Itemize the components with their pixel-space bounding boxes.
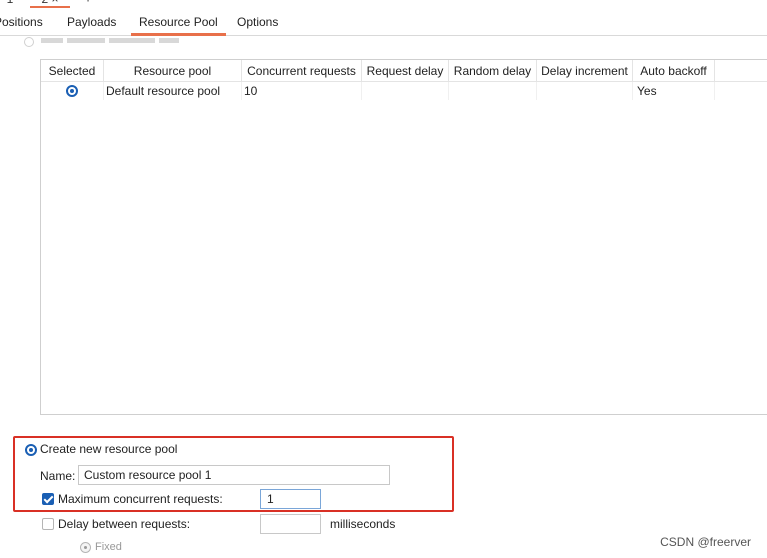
tab-resource-pool[interactable]: Resource Pool bbox=[139, 15, 218, 29]
column-header-selected[interactable]: Selected bbox=[41, 60, 104, 82]
create-new-pool-label[interactable]: Create new resource pool bbox=[40, 442, 177, 456]
request-delay-cell bbox=[362, 82, 449, 100]
random-delay-cell bbox=[449, 82, 537, 100]
request-tab-1[interactable]: 1 bbox=[0, 0, 20, 8]
resource-pool-table: Selected Resource pool Concurrent reques… bbox=[40, 59, 767, 415]
resource-pool-cell: Default resource pool bbox=[104, 82, 242, 100]
use-existing-radio-icon[interactable] bbox=[24, 37, 34, 48]
column-header-concurrent-requests[interactable]: Concurrent requests bbox=[242, 60, 362, 82]
request-tabs-strip: 1 2 × + bbox=[0, 0, 767, 8]
illegible-label bbox=[41, 38, 180, 44]
milliseconds-label: milliseconds bbox=[330, 517, 396, 531]
pool-name-input[interactable] bbox=[78, 465, 390, 485]
column-header-resource-pool[interactable]: Resource pool bbox=[104, 60, 242, 82]
column-header-request-delay[interactable]: Request delay bbox=[362, 60, 449, 82]
name-label: Name: bbox=[40, 469, 76, 483]
column-header-auto-backoff[interactable]: Auto backoff bbox=[633, 60, 715, 82]
table-row[interactable]: Default resource pool 10 Yes bbox=[41, 82, 767, 100]
column-header-delay-increment[interactable]: Delay increment bbox=[537, 60, 633, 82]
intruder-tabs: Positions Payloads Resource Pool Options bbox=[0, 8, 767, 36]
tab-payloads[interactable]: Payloads bbox=[67, 15, 116, 29]
request-tab-2[interactable]: 2 × bbox=[30, 0, 70, 8]
use-existing-pool-option[interactable] bbox=[24, 36, 181, 50]
delay-increment-cell bbox=[537, 82, 633, 100]
column-header-empty bbox=[715, 60, 767, 82]
create-new-pool-radio-icon[interactable] bbox=[25, 444, 37, 456]
watermark: CSDN @freerver bbox=[660, 535, 751, 549]
auto-backoff-cell: Yes bbox=[633, 82, 715, 100]
add-tab-icon[interactable]: + bbox=[80, 0, 96, 8]
tab-positions[interactable]: Positions bbox=[0, 15, 43, 29]
max-concurrent-checkbox[interactable] bbox=[42, 493, 54, 505]
row-selected-cell[interactable] bbox=[41, 82, 104, 100]
delay-between-requests-checkbox[interactable] bbox=[42, 518, 54, 530]
max-concurrent-input[interactable] bbox=[260, 489, 321, 509]
table-header: Selected Resource pool Concurrent reques… bbox=[41, 60, 767, 82]
delay-between-requests-label[interactable]: Delay between requests: bbox=[58, 517, 190, 531]
delay-input[interactable] bbox=[260, 514, 321, 534]
max-concurrent-label[interactable]: Maximum concurrent requests: bbox=[58, 492, 223, 506]
fixed-delay-label[interactable]: Fixed bbox=[95, 541, 122, 553]
tab-options[interactable]: Options bbox=[237, 15, 278, 29]
fixed-delay-radio-icon[interactable] bbox=[80, 542, 91, 553]
column-header-random-delay[interactable]: Random delay bbox=[449, 60, 537, 82]
selected-radio-icon[interactable] bbox=[66, 85, 78, 97]
concurrent-requests-cell: 10 bbox=[242, 82, 362, 100]
